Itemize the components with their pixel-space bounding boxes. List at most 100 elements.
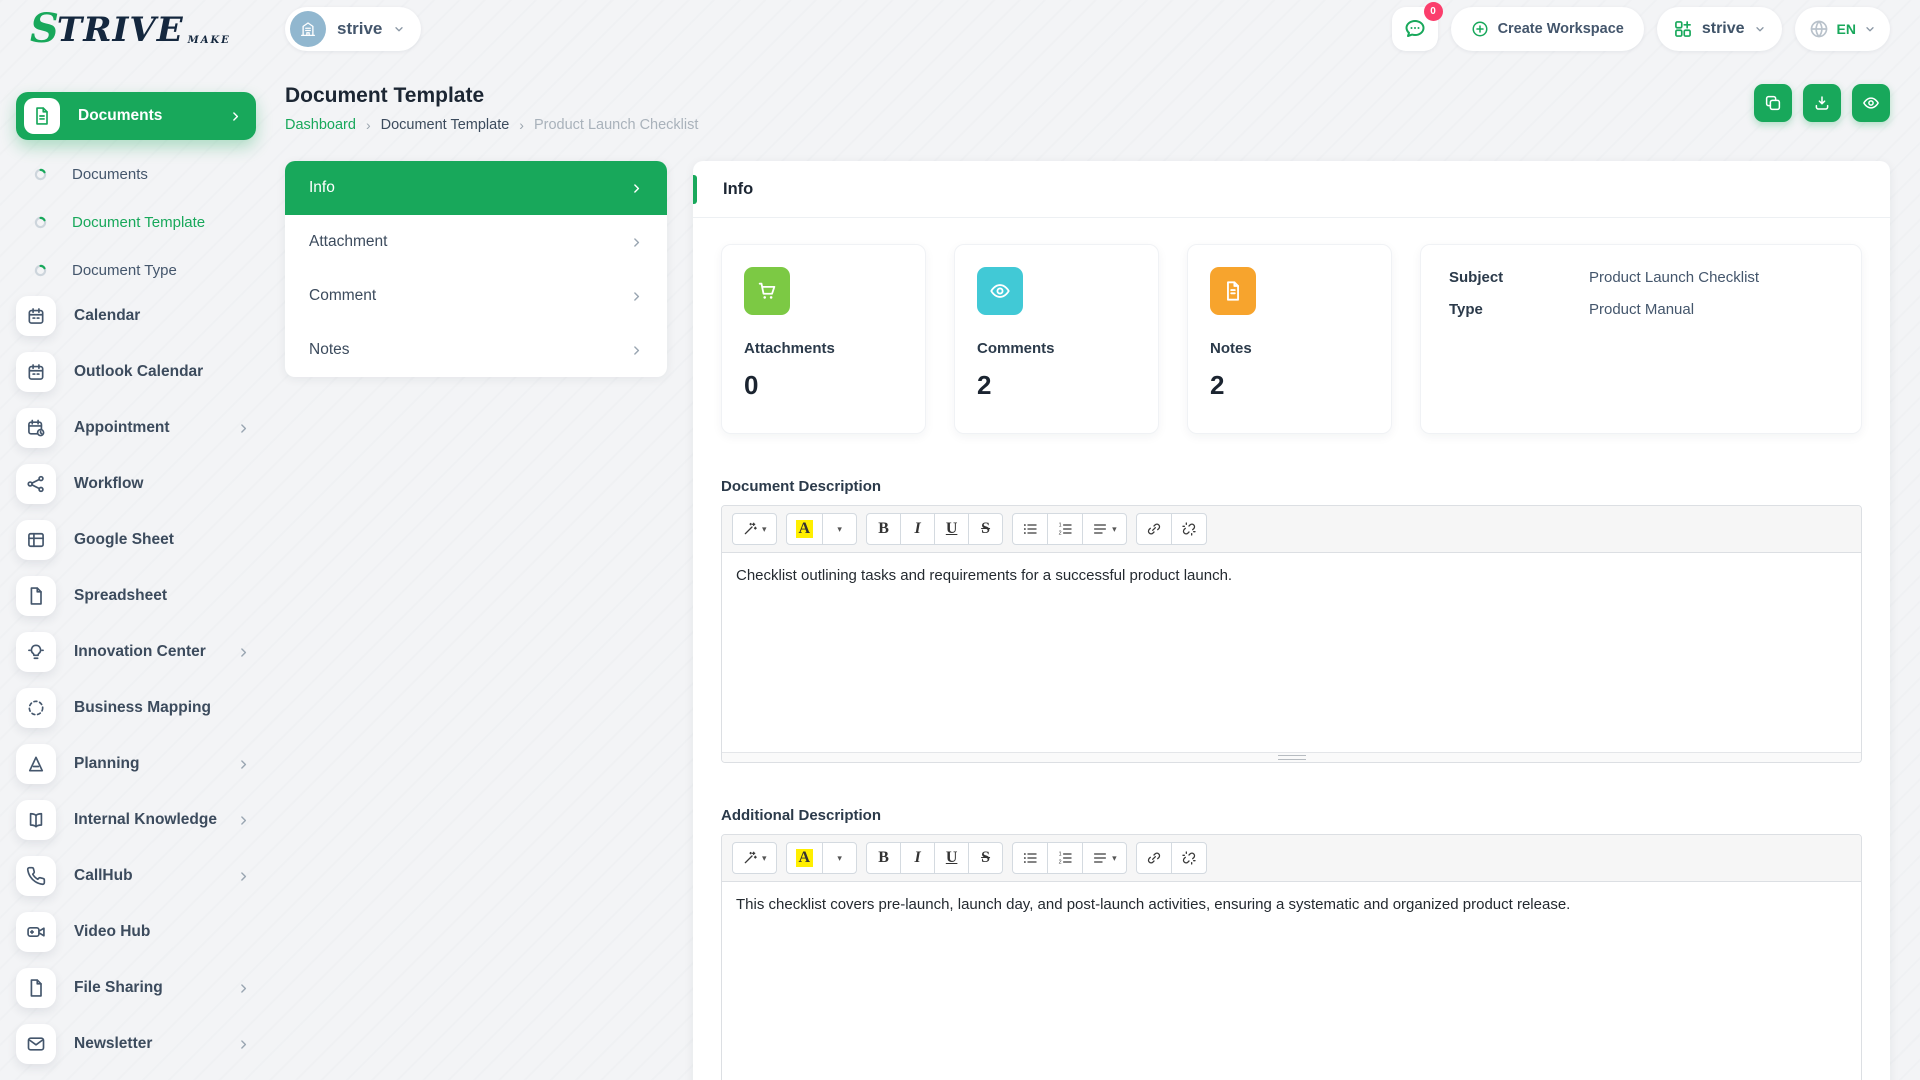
tab-info[interactable]: Info [285, 161, 667, 215]
detail-label: Type [1449, 301, 1589, 318]
bold-button[interactable]: B [866, 513, 901, 545]
detail-value: Product Manual [1589, 301, 1694, 318]
editor-label: Additional Description [721, 807, 1862, 824]
paragraph-button[interactable]: ▾ [1082, 842, 1127, 874]
sidebar-item-appointment[interactable]: Appointment [16, 406, 266, 450]
info-panel: Info Attachments 0 [693, 161, 1890, 1080]
unlink-button[interactable] [1171, 513, 1207, 545]
create-workspace-button[interactable]: Create Workspace [1451, 7, 1644, 51]
sidebar-item-innovation-center[interactable]: Innovation Center [16, 630, 266, 674]
svg-text:2: 2 [1059, 531, 1062, 537]
chevron-right-icon [237, 982, 250, 995]
font-color-glyph: A [796, 520, 814, 538]
caret-down-icon: ▾ [762, 853, 767, 864]
strive-logo[interactable]: STRIVE MAKE [30, 12, 266, 46]
sidebar-item-document-template[interactable]: Document Template [16, 198, 266, 246]
sidebar-item-internal-knowledge[interactable]: Internal Knowledge [16, 798, 266, 842]
sidebar-icon-tile [16, 744, 56, 784]
link-button[interactable] [1136, 513, 1172, 545]
paragraph-button[interactable]: ▾ [1082, 513, 1127, 545]
sidebar-item-documents[interactable]: Documents [16, 92, 256, 140]
font-color-more-button[interactable]: ▾ [822, 513, 857, 545]
building-icon [299, 20, 317, 38]
sidebar-item-newsletter[interactable]: Newsletter [16, 1022, 266, 1066]
sidebar-item-label: Workflow [74, 475, 143, 493]
sidebar-item-planning[interactable]: Planning [16, 742, 266, 786]
strikethrough-glyph: S [981, 850, 990, 866]
underline-button[interactable]: U [934, 513, 969, 545]
font-color-button[interactable]: A [786, 513, 824, 545]
ruler-icon [26, 754, 46, 774]
editor-content[interactable]: Checklist outlining tasks and requiremen… [722, 553, 1861, 752]
ordered-list-button[interactable]: 12 [1047, 842, 1083, 874]
sidebar-item-business-mapping[interactable]: Business Mapping [16, 686, 266, 730]
italic-button[interactable]: I [900, 513, 935, 545]
sidebar-item-label: Planning [74, 755, 139, 773]
org-selector[interactable]: strive [1657, 7, 1782, 51]
sidebar-item-label: File Sharing [74, 979, 163, 997]
create-workspace-label: Create Workspace [1498, 21, 1624, 37]
sidebar-icon-tile [16, 1024, 56, 1064]
caret-down-icon: ▾ [837, 524, 842, 535]
italic-button[interactable]: I [900, 842, 935, 874]
sidebar-item-document-type[interactable]: Document Type [16, 246, 266, 294]
sidebar-item-documents[interactable]: Documents [16, 150, 266, 198]
sidebar-item-label: Documents [72, 166, 148, 183]
sidebar-item-video-hub[interactable]: Video Hub [16, 910, 266, 954]
details-card: Subject Product Launch Checklist Type Pr… [1420, 244, 1862, 434]
chevron-right-icon [237, 646, 250, 659]
sidebar-item-calendar[interactable]: Calendar [16, 294, 266, 338]
stat-card-comments: Comments 2 [954, 244, 1159, 434]
copy-button[interactable] [1754, 84, 1792, 122]
sidebar-item-google-sheet[interactable]: Google Sheet [16, 518, 266, 562]
sidebar-item-workflow[interactable]: Workflow [16, 462, 266, 506]
sidebar-icon-tile [24, 98, 60, 134]
chat-button[interactable]: 0 [1392, 7, 1438, 51]
tab-notes[interactable]: Notes [285, 323, 667, 377]
tab-comment[interactable]: Comment [285, 269, 667, 323]
breadcrumb: Dashboard › Document Template › Product … [285, 117, 698, 133]
preview-button[interactable] [1852, 84, 1890, 122]
underline-glyph: U [946, 850, 958, 866]
language-selector[interactable]: EN [1795, 7, 1890, 51]
font-color-button[interactable]: A [786, 842, 824, 874]
style-button[interactable]: ▾ [732, 842, 777, 874]
editor-statusbar [722, 752, 1861, 762]
chevron-right-icon [237, 422, 250, 435]
sidebar-item-spreadsheet[interactable]: Spreadsheet [16, 574, 266, 618]
editor-toolbar: ▾A▾BIUS12▾ [722, 506, 1861, 553]
sidebar-item-callhub[interactable]: CallHub [16, 854, 266, 898]
unordered-list-button[interactable] [1012, 842, 1048, 874]
resize-grip[interactable] [1278, 755, 1306, 760]
italic-glyph: I [914, 850, 920, 866]
stat-card-attachments: Attachments 0 [721, 244, 926, 434]
stat-value: 2 [1210, 370, 1369, 401]
sidebar-item-outlook-calendar[interactable]: Outlook Calendar [16, 350, 266, 394]
tab-attachment[interactable]: Attachment [285, 215, 667, 269]
chevron-right-icon [229, 110, 242, 123]
style-button[interactable]: ▾ [732, 513, 777, 545]
plus-circle-icon [1471, 20, 1489, 38]
bold-button[interactable]: B [866, 842, 901, 874]
note-icon [1222, 280, 1244, 302]
unordered-list-button[interactable] [1012, 513, 1048, 545]
rich-text-editor: ▾A▾BIUS12▾ Checklist outlining tasks and… [721, 505, 1862, 763]
underline-button[interactable]: U [934, 842, 969, 874]
sidebar-item-file-sharing[interactable]: File Sharing [16, 966, 266, 1010]
strikethrough-button[interactable]: S [968, 842, 1003, 874]
unlink-button[interactable] [1171, 842, 1207, 874]
breadcrumb-document-template[interactable]: Document Template [381, 117, 510, 133]
tab-label: Notes [309, 341, 350, 359]
link-button[interactable] [1136, 842, 1172, 874]
download-button[interactable] [1803, 84, 1841, 122]
editor-content[interactable]: This checklist covers pre-launch, launch… [722, 882, 1861, 1080]
breadcrumb-dashboard[interactable]: Dashboard [285, 117, 356, 133]
workspace-selector[interactable]: strive [285, 7, 421, 51]
list-ol-icon: 12 [1057, 850, 1073, 866]
sidebar-icon-tile [16, 912, 56, 952]
logo-text: TRIVE [57, 15, 184, 46]
editor-label: Document Description [721, 478, 1862, 495]
strikethrough-button[interactable]: S [968, 513, 1003, 545]
ordered-list-button[interactable]: 12 [1047, 513, 1083, 545]
font-color-more-button[interactable]: ▾ [822, 842, 857, 874]
